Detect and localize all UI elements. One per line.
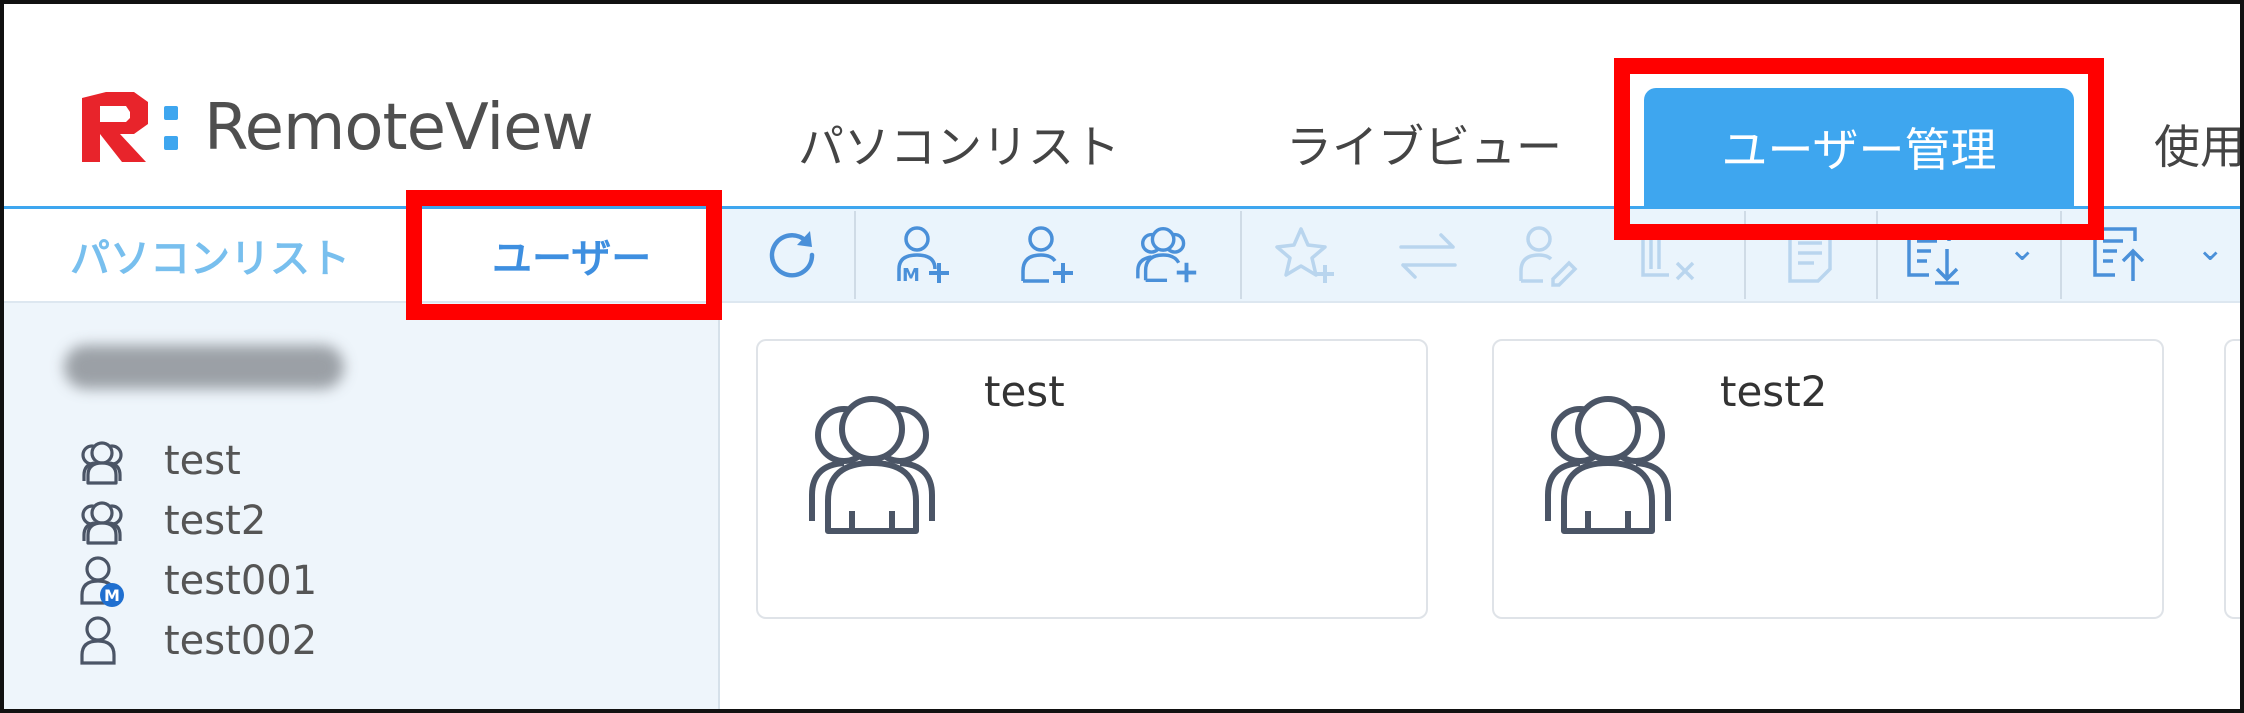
export-dropdown-icon[interactable]: ⌄ <box>2196 229 2225 269</box>
tab-user-management-label: ユーザー管理 <box>1721 123 1997 177</box>
toolbar-separator <box>1240 211 1242 299</box>
toolbar-separator <box>1876 211 1878 299</box>
user-card-area: test test2 <box>720 303 2240 709</box>
user-card[interactable]: test2 <box>1492 339 2164 619</box>
export-icon <box>2093 227 2145 281</box>
sidebar-tab-users[interactable]: ユーザー <box>492 209 651 301</box>
logo: RemoteView <box>76 88 594 168</box>
sidebar-user-label: test002 <box>164 618 318 664</box>
sidebar-tabs: パソコンリスト ユーザー <box>4 209 720 301</box>
user-edit-icon <box>1519 226 1578 287</box>
add-group-icon <box>1136 227 1197 283</box>
add-manager-button[interactable]: M <box>888 223 960 287</box>
tab-live-view-label: ライブビュー <box>1286 120 1562 174</box>
user-edit-button[interactable] <box>1512 223 1584 287</box>
sidebar-tab-users-label: ユーザー <box>492 236 652 282</box>
add-group-button[interactable] <box>1132 223 1204 287</box>
tab-pc-list[interactable]: パソコンリスト <box>794 86 1124 202</box>
transfer-button[interactable] <box>1392 223 1464 287</box>
user-card[interactable]: test <box>756 339 1428 619</box>
logo-text: RemoteView <box>204 91 594 165</box>
sidebar-tab-pc-list-label: パソコンリスト <box>70 236 350 282</box>
add-user-button[interactable] <box>1012 223 1084 287</box>
sidebar: test test2 M test001 test002 <box>4 303 720 709</box>
tab-pc-list-label: パソコンリスト <box>798 120 1120 174</box>
sidebar-user-label: test <box>164 438 241 484</box>
refresh-icon <box>769 231 815 278</box>
refresh-button[interactable] <box>756 223 828 287</box>
sidebar-user-label: test2 <box>164 498 267 544</box>
import-dropdown-icon[interactable]: ⌄ <box>2008 229 2037 269</box>
import-icon <box>1907 227 1959 285</box>
tab-live-view[interactable]: ライブビュー <box>1274 86 1574 202</box>
tab-usage[interactable]: 使用 <box>2154 86 2244 202</box>
remoteview-logo-icon <box>82 92 178 162</box>
remove-icon <box>1641 231 1695 281</box>
favorite-add-button[interactable] <box>1270 223 1342 287</box>
app-window: RemoteView パソコンリスト ライブビュー ユーザー管理 使用 パソコン… <box>0 0 2244 713</box>
favorite-add-icon <box>1275 227 1334 283</box>
toolbar: M ⌄ ⌄ <box>720 209 2240 301</box>
add-manager-icon: M <box>897 226 949 286</box>
tab-usage-label: 使用 <box>2154 120 2244 174</box>
transfer-icon <box>1399 233 1457 279</box>
user-group-icon <box>1545 396 1671 534</box>
toolbar-separator <box>2060 211 2062 299</box>
notes-icon <box>1788 227 1832 283</box>
toolbar-separator <box>1744 211 1746 299</box>
notes-button[interactable] <box>1774 223 1846 287</box>
user-card-partial[interactable] <box>2224 339 2240 619</box>
user-group-icon <box>809 396 935 534</box>
sidebar-user-label: test001 <box>164 558 318 604</box>
add-user-icon <box>1021 226 1073 283</box>
sidebar-tab-pc-list[interactable]: パソコンリスト <box>70 209 350 301</box>
svg-text:M: M <box>902 265 920 286</box>
export-button[interactable] <box>2086 223 2158 287</box>
user-icon <box>80 616 116 665</box>
import-button[interactable] <box>1900 223 1972 287</box>
tab-user-management[interactable]: ユーザー管理 <box>1644 88 2074 206</box>
sidebar-user-item[interactable]: test002 <box>4 601 718 681</box>
blurred-account-name <box>64 345 344 389</box>
user-card-name: test2 <box>1720 367 1828 416</box>
remove-button[interactable] <box>1632 223 1704 287</box>
user-card-name: test <box>984 367 1065 416</box>
toolbar-separator <box>854 211 856 299</box>
